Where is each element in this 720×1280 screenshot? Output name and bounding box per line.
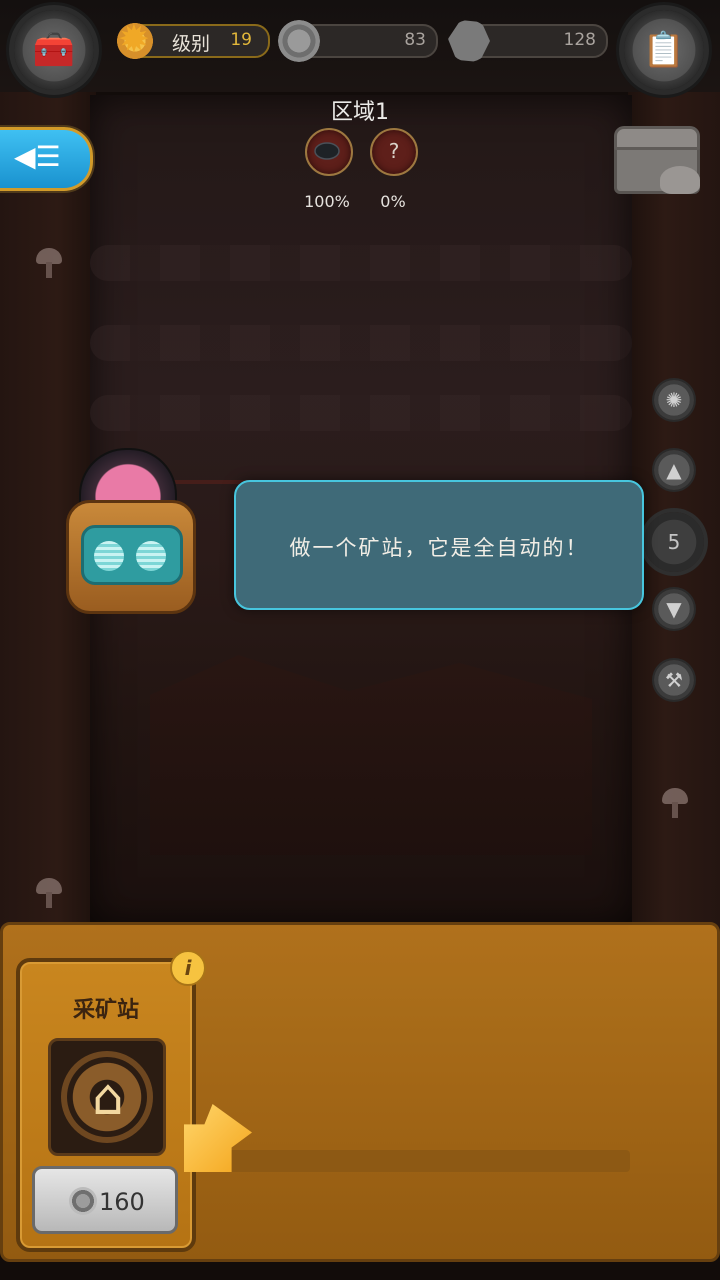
unknown-ore-icon[interactable]: ?: [370, 128, 418, 176]
storage-chest[interactable]: [614, 126, 700, 194]
toolbox-icon: 🧰: [32, 30, 76, 70]
stone-icon: [448, 20, 490, 62]
ore-percent: 0%: [380, 192, 406, 211]
robot-eye: [94, 541, 124, 571]
brightness-button[interactable]: ✺: [654, 380, 694, 420]
cost-value: 160: [99, 1188, 145, 1216]
rock-layer: [90, 325, 632, 361]
toolbox-button[interactable]: 🧰: [14, 10, 94, 90]
up-arrow-icon: ▲: [666, 458, 682, 482]
robot-eye: [136, 541, 166, 571]
info-icon: i: [184, 956, 192, 980]
robot-head: [66, 500, 196, 614]
buy-mining-station-button[interactable]: 160: [32, 1166, 178, 1234]
pickaxe-icon: ⚒: [665, 668, 683, 692]
sun-icon: ✺: [665, 388, 683, 412]
down-arrow-icon: ▼: [666, 597, 682, 621]
chest-lid: [614, 126, 700, 150]
coin-icon: [278, 20, 320, 62]
stone-value: 128: [563, 30, 596, 50]
quests-button[interactable]: 📋: [624, 10, 704, 90]
level-display: 级别 19: [114, 17, 270, 62]
tutorial-text: 做一个矿站，它是全自动的！: [289, 536, 589, 560]
zone-title: 区域1: [331, 100, 389, 125]
mine-cart-icon: ⌂: [92, 1068, 124, 1126]
depth-indicator: 5: [644, 512, 704, 572]
coal-ore-icon[interactable]: [305, 128, 353, 176]
info-button[interactable]: i: [170, 950, 206, 986]
stone-display: 128: [448, 20, 608, 62]
rock-layer: [90, 395, 632, 431]
scroll-down-button[interactable]: ▼: [654, 589, 694, 629]
ore-percent: 100%: [304, 192, 350, 211]
clipboard-icon: 📋: [642, 30, 686, 70]
coal-lump-icon: [314, 142, 340, 160]
scroll-up-button[interactable]: ▲: [654, 450, 694, 490]
tutorial-speech-bubble[interactable]: 做一个矿站，它是全自动的！: [234, 480, 644, 610]
depth-value: 5: [667, 530, 681, 554]
mining-station-icon: ⌂: [48, 1038, 166, 1156]
coins-value: 83: [404, 30, 426, 50]
top-bar: 🧰 级别 19 83 128 📋: [0, 0, 720, 92]
level-value: 19: [230, 30, 252, 50]
robot-face: [81, 525, 183, 585]
stone-pile-icon: [660, 166, 700, 194]
pickaxe-button[interactable]: ⚒: [654, 660, 694, 700]
cracked-rock: [150, 655, 592, 855]
ore-glyph: ?: [388, 139, 400, 163]
back-menu-icon: ◀☰: [14, 140, 61, 173]
level-label: 级别: [172, 33, 211, 55]
robot-guide: [66, 448, 196, 614]
card-title: 采矿站: [72, 998, 139, 1023]
pipe-decoration: [210, 1150, 630, 1172]
coin-icon: [69, 1187, 97, 1215]
rock-layer: [90, 245, 632, 281]
level-gear-icon: [114, 17, 156, 62]
back-menu-button[interactable]: ◀☰: [0, 127, 93, 191]
coins-display: 83: [278, 20, 438, 62]
